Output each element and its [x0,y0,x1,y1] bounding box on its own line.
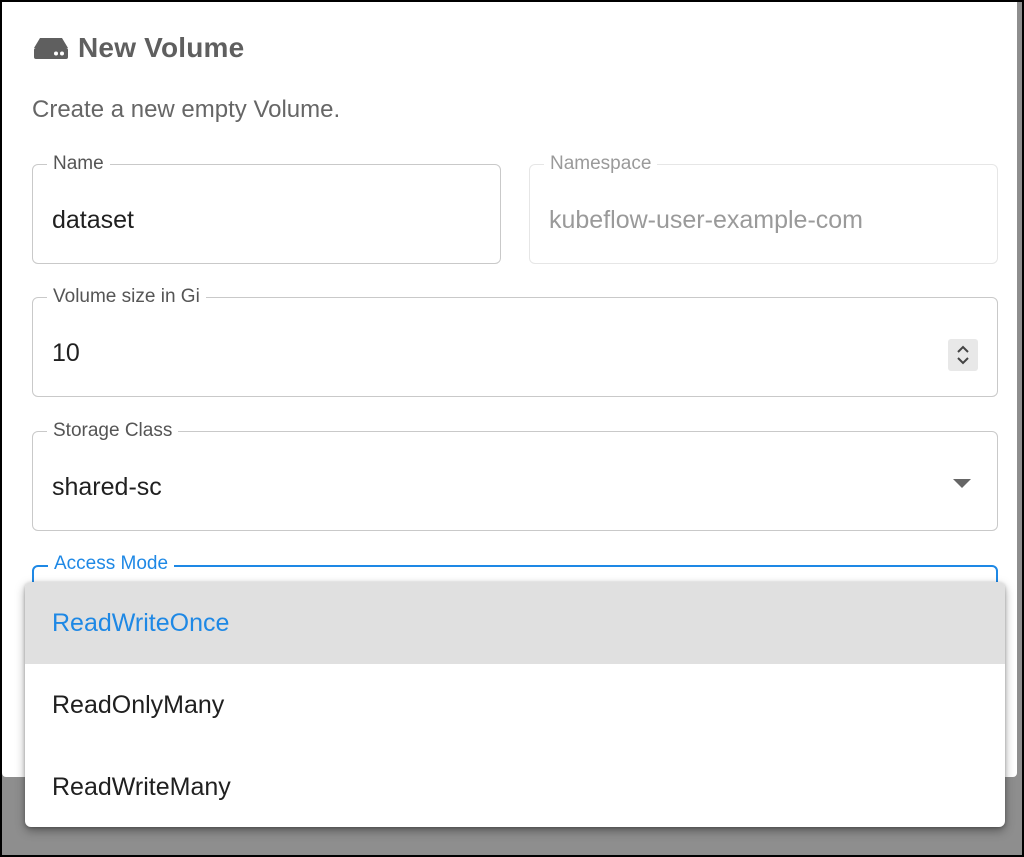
dropdown-arrow-icon[interactable] [953,479,971,488]
name-field-value: dataset [52,206,135,234]
menu-option-label: ReadWriteMany [52,772,231,801]
access-mode-menu: ReadWriteOnce ReadOnlyMany ReadWriteMany [25,582,1005,827]
namespace-field-value: kubeflow-user-example-com [549,206,864,234]
volume-size-stepper[interactable] [948,339,978,371]
storage-class-select[interactable]: Storage Class shared-sc [32,420,998,531]
chevron-down-icon[interactable] [957,357,969,365]
access-mode-label: Access Mode [48,553,175,575]
volume-size-field-value: 10 [52,339,80,367]
menu-option-label: ReadWriteOnce [52,608,230,637]
storage-class-value: shared-sc [52,473,162,501]
dialog-title: New Volume [78,32,245,63]
menu-option-read-write-once[interactable]: ReadWriteOnce [25,582,1005,664]
namespace-field: Namespace kubeflow-user-example-com [529,153,998,264]
menu-option-label: ReadOnlyMany [52,690,225,719]
storage-class-label: Storage Class [47,420,179,442]
namespace-field-label: Namespace [544,153,658,175]
dialog-subtitle: Create a new empty Volume. [32,96,341,123]
storage-icon [32,35,70,61]
menu-option-read-only-many[interactable]: ReadOnlyMany [25,664,1005,746]
name-field-label: Name [47,153,110,175]
dialog-header: New Volume [32,28,244,68]
volume-size-field[interactable]: Volume size in Gi 10 [32,286,998,397]
menu-option-read-write-many[interactable]: ReadWriteMany [25,746,1005,827]
name-field[interactable]: Name dataset [32,153,501,264]
volume-size-field-label: Volume size in Gi [47,286,206,308]
chevron-up-icon[interactable] [957,345,969,353]
